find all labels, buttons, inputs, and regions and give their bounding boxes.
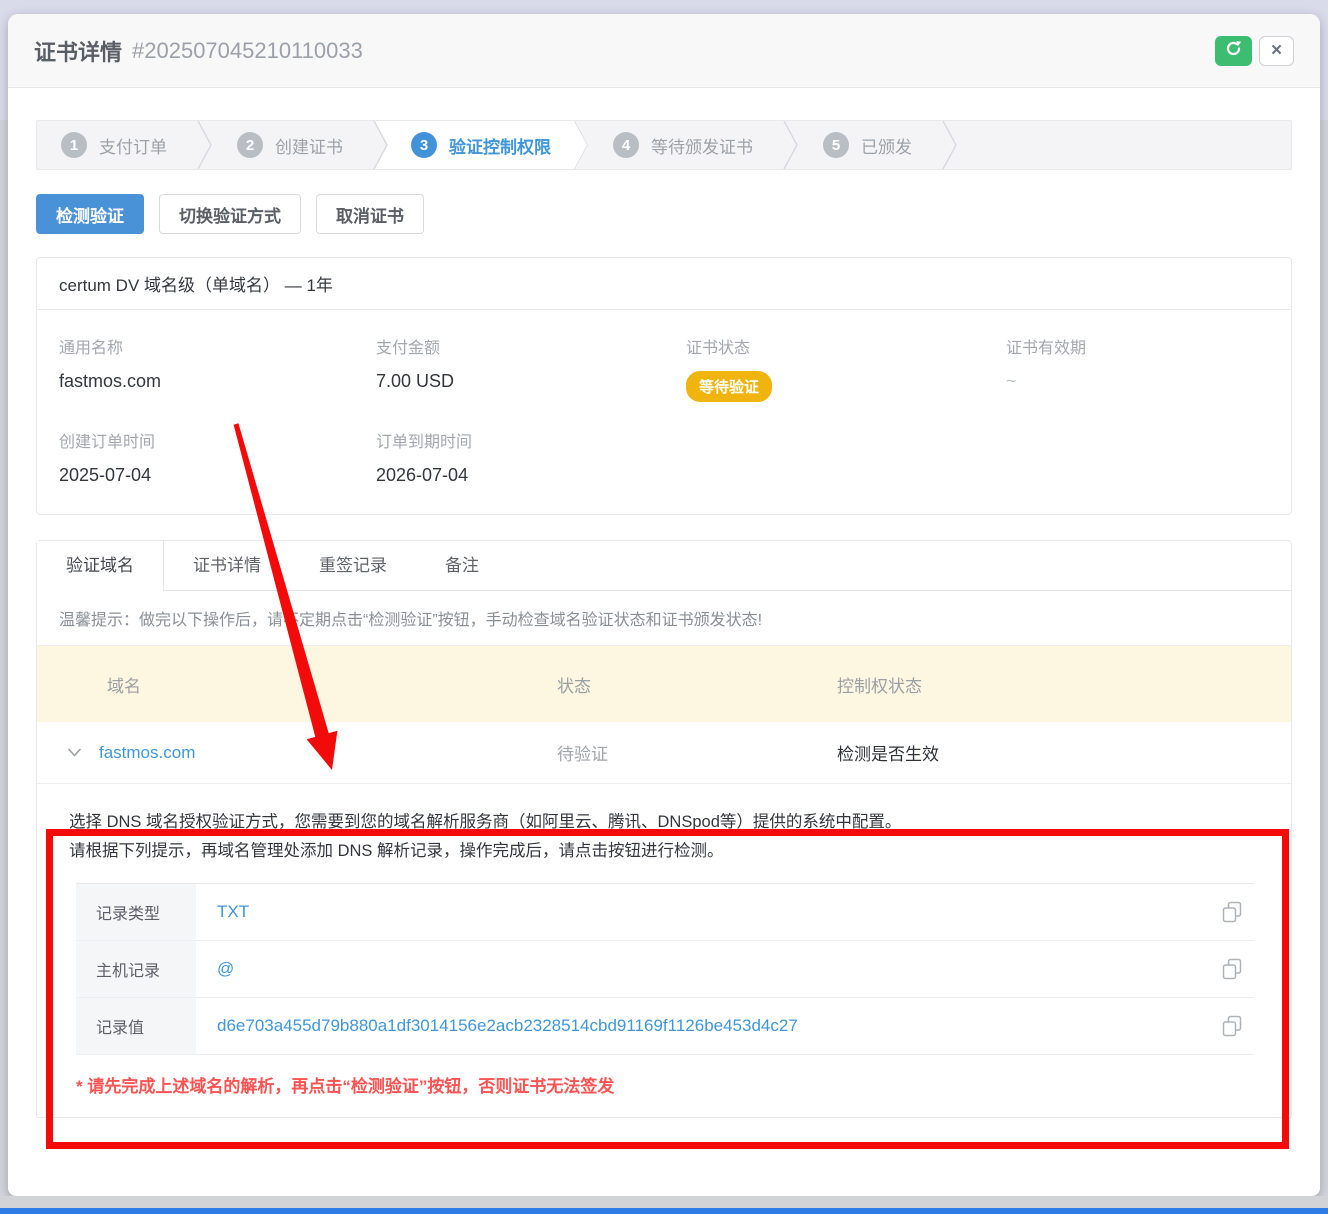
domain-link[interactable]: fastmos.com	[99, 743, 195, 763]
field-expire-time: 订单到期时间 2026-07-04	[376, 428, 686, 486]
step-number: 3	[411, 132, 437, 158]
detail-tabs-card: 验证域名 证书详情 重签记录 备注 温馨提示：做完以下操作后，请不定期点击“检测…	[36, 540, 1292, 1118]
field-label: 订单到期时间	[376, 428, 686, 452]
dns-row-value: TXT	[196, 884, 1202, 940]
dns-desc-line2: 请根据下列提示，再域名管理处添加 DNS 解析记录，操作完成后，请点击按钮进行检…	[69, 837, 1254, 866]
step-chevron-icon	[942, 121, 958, 169]
dns-desc-line1: 选择 DNS 域名授权验证方式，您需要到您的域名解析服务商（如阿里云、腾讯、DN…	[69, 808, 1254, 837]
copy-icon[interactable]	[1222, 901, 1242, 923]
order-info-card: certum DV 域名级（单域名） — 1年 通用名称 fastmos.com…	[36, 257, 1292, 515]
modal-body: 1 支付订单 2 创建证书 3 验证控制权限 4 等待颁发证书 5 已颁发	[8, 88, 1320, 1118]
step-number: 5	[823, 132, 849, 158]
field-label: 通用名称	[59, 334, 376, 358]
check-verify-button[interactable]: 检测验证	[36, 194, 144, 234]
dns-row-value: d6e703a455d79b880a1df3014156e2acb2328514…	[196, 998, 1202, 1054]
tab-bar: 验证域名 证书详情 重签记录 备注	[37, 541, 1291, 591]
chevron-down-icon[interactable]	[67, 748, 82, 757]
step-label: 支付订单	[99, 133, 167, 158]
modal-header: 证书详情 #202507045210110033 ×	[8, 14, 1320, 88]
field-label: 创建订单时间	[59, 428, 376, 452]
cancel-cert-button[interactable]: 取消证书	[316, 194, 424, 234]
field-cert-validity: 证书有效期 ~	[1006, 334, 1269, 402]
dns-row-label: 记录值	[76, 998, 196, 1054]
dns-record-table: 记录类型 TXT 主机记录 @ 记录值	[76, 883, 1254, 1055]
refresh-icon	[1225, 40, 1242, 62]
step-wizard: 1 支付订单 2 创建证书 3 验证控制权限 4 等待颁发证书 5 已颁发	[36, 120, 1292, 170]
step-chevron-icon	[197, 121, 213, 169]
field-label: 支付金额	[376, 334, 686, 358]
field-value: 2026-07-04	[376, 465, 686, 486]
dns-row-record-type: 记录类型 TXT	[76, 884, 1254, 941]
status-badge: 等待验证	[686, 371, 772, 402]
close-button[interactable]: ×	[1259, 36, 1294, 66]
refresh-button[interactable]	[1215, 36, 1252, 66]
field-pay-amount: 支付金额 7.00 USD	[376, 334, 686, 402]
step-create-cert: 2 创建证书	[213, 121, 373, 169]
switch-verify-method-button[interactable]: 切换验证方式	[159, 194, 301, 234]
warm-tip: 温馨提示：做完以下操作后，请不定期点击“检测验证”按钮，手动检查域名验证状态和证…	[37, 591, 1291, 646]
field-value: 2025-07-04	[59, 465, 376, 486]
step-chevron-icon	[783, 121, 799, 169]
field-label: 证书状态	[686, 334, 1006, 358]
dns-row-label: 主机记录	[76, 941, 196, 997]
step-label: 创建证书	[275, 133, 343, 158]
step-wait-issue: 4 等待颁发证书	[589, 121, 783, 169]
action-buttons: 检测验证 切换验证方式 取消证书	[36, 194, 1292, 234]
col-status: 状态	[557, 672, 837, 697]
field-cert-status: 证书状态 等待验证	[686, 334, 1006, 402]
domain-table-header: 域名 状态 控制权状态	[37, 646, 1291, 722]
order-fields: 通用名称 fastmos.com 支付金额 7.00 USD 证书状态 等待验证…	[37, 310, 1291, 514]
step-issued: 5 已颁发	[799, 121, 942, 169]
dns-row-record-value: 记录值 d6e703a455d79b880a1df3014156e2acb232…	[76, 998, 1254, 1055]
step-number: 1	[61, 132, 87, 158]
step-pay-order: 1 支付订单	[37, 121, 197, 169]
close-icon: ×	[1271, 40, 1282, 62]
copy-icon[interactable]	[1222, 958, 1242, 980]
field-common-name: 通用名称 fastmos.com	[59, 334, 376, 402]
step-verify-control: 3 验证控制权限	[375, 121, 587, 169]
copy-icon[interactable]	[1222, 1015, 1242, 1037]
tab-reissue-record[interactable]: 重签记录	[290, 541, 416, 590]
tab-verify-domain[interactable]: 验证域名	[37, 541, 164, 591]
field-value: 7.00 USD	[376, 371, 686, 392]
domain-table-row: fastmos.com 待验证 检测是否生效	[37, 722, 1291, 784]
step-label: 验证控制权限	[449, 133, 551, 158]
step-number: 4	[613, 132, 639, 158]
field-label: 证书有效期	[1006, 334, 1269, 358]
product-title: certum DV 域名级（单域名） — 1年	[37, 258, 1291, 310]
certificate-detail-modal: 证书详情 #202507045210110033 × 1 支付订单 2 创建证书	[8, 14, 1320, 1196]
dns-row-value: @	[196, 941, 1202, 997]
page-bottom-accent	[0, 1208, 1328, 1214]
dns-row-label: 记录类型	[76, 884, 196, 940]
dns-verify-panel: 选择 DNS 域名授权验证方式，您需要到您的域名解析服务商（如阿里云、腾讯、DN…	[37, 784, 1291, 1097]
step-number: 2	[237, 132, 263, 158]
control-status-link[interactable]: 检测是否生效	[837, 745, 939, 764]
dns-warning-text: * 请先完成上述域名的解析，再点击“检测验证”按钮，否则证书无法签发	[76, 1072, 1254, 1097]
domain-status: 待验证	[557, 745, 608, 764]
dns-row-host-record: 主机记录 @	[76, 941, 1254, 998]
field-value: fastmos.com	[59, 371, 376, 392]
field-create-time: 创建订单时间 2025-07-04	[59, 428, 376, 486]
tab-remark[interactable]: 备注	[416, 541, 508, 590]
field-value: ~	[1006, 371, 1269, 392]
tab-cert-detail[interactable]: 证书详情	[164, 541, 290, 590]
step-label: 已颁发	[861, 133, 912, 158]
page-title: 证书详情	[34, 35, 122, 67]
col-domain: 域名	[37, 672, 557, 697]
step-label: 等待颁发证书	[651, 133, 753, 158]
col-control-status: 控制权状态	[837, 672, 1291, 697]
order-number: #202507045210110033	[132, 38, 363, 64]
